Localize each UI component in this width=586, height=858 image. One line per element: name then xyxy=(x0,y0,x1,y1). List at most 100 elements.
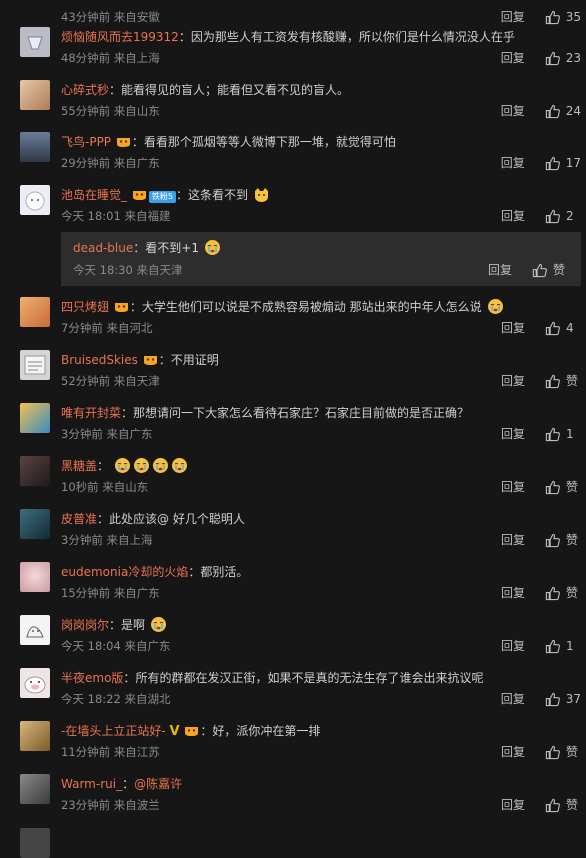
like-button[interactable]: 4 xyxy=(545,318,581,338)
avatar[interactable] xyxy=(20,668,50,698)
username-link[interactable]: 烦恼随风而去199312 xyxy=(61,30,179,44)
avatar[interactable] xyxy=(20,185,50,215)
comment-text: 是啊 xyxy=(121,618,146,632)
reply-button[interactable]: 回复 xyxy=(501,7,527,27)
comment-text: 所有的群都在发汉正街，如果不是真的无法生存了谁会出来抗议呢 xyxy=(135,671,484,685)
comment-text: 都别活。 xyxy=(200,565,249,579)
avatar[interactable] xyxy=(20,80,50,110)
username-link[interactable]: 飞鸟-PPP xyxy=(61,135,111,149)
fan-badge-icon xyxy=(143,356,157,365)
reply-button[interactable]: 回复 xyxy=(501,48,527,68)
reply-button[interactable]: 回复 xyxy=(501,477,527,497)
comment-meta: 7分钟前 来自河北 xyxy=(61,321,153,335)
username-link[interactable]: 皮普准 xyxy=(61,512,97,526)
reply-button[interactable]: 回复 xyxy=(501,153,527,173)
like-button[interactable]: 1 xyxy=(545,636,581,656)
like-button[interactable]: 赞 xyxy=(545,795,581,815)
avatar[interactable] xyxy=(20,456,50,486)
comment-text: 能看得见的盲人；能看但又看不见的盲人。 xyxy=(121,83,350,97)
comment-meta: 48分钟前 来自上海 xyxy=(61,51,160,65)
avatar[interactable] xyxy=(20,562,50,592)
reply-button[interactable]: 回复 xyxy=(501,583,527,603)
like-button[interactable]: 35 xyxy=(545,7,581,27)
thumbs-up-icon xyxy=(545,321,560,335)
reply-button[interactable]: 回复 xyxy=(501,371,527,391)
username-link[interactable]: 池岛在睡觉_ xyxy=(61,188,127,202)
comment-meta: 10秒前 来自山东 xyxy=(61,480,149,494)
like-button[interactable]: 赞 xyxy=(545,742,581,762)
avatar[interactable] xyxy=(20,297,50,327)
like-button[interactable]: 赞 xyxy=(545,477,581,497)
thumbs-up-icon xyxy=(545,745,560,759)
like-button[interactable]: 赞 xyxy=(545,583,581,603)
mention-link[interactable]: @陈嘉许 xyxy=(134,777,182,791)
avatar[interactable] xyxy=(20,27,50,57)
like-count: 37 xyxy=(565,692,581,706)
comment-meta: 3分钟前 来自上海 xyxy=(61,533,153,547)
reply-button[interactable]: 回复 xyxy=(488,260,514,280)
comment-text: 大学生他们可以说是不成熟容易被煽动 那站出来的中年人怎么说 xyxy=(141,300,482,314)
reply-button[interactable]: 回复 xyxy=(501,101,527,121)
like-button[interactable]: 赞 xyxy=(545,371,581,391)
comment-meta: 今天 18:01 来自福建 xyxy=(61,209,171,223)
reply-button[interactable]: 回复 xyxy=(501,424,527,444)
sub-reply-box: dead-blue：看不到+1 今天 18:30 来自天津 回复 赞 xyxy=(61,232,581,286)
like-count: 赞 xyxy=(553,263,566,277)
like-button[interactable]: 17 xyxy=(545,153,581,173)
like-button[interactable]: 1 xyxy=(545,424,581,444)
username-link[interactable]: dead-blue xyxy=(73,241,133,255)
thumbs-up-icon xyxy=(545,104,560,118)
comment-text: 这条看不到 xyxy=(187,188,248,202)
username-link[interactable]: -在墙头上立正站好- xyxy=(61,724,166,738)
like-count: 17 xyxy=(565,156,581,170)
avatar[interactable] xyxy=(20,828,50,858)
comment-text: 此处应该@ 好几个聪明人 xyxy=(109,512,245,526)
avatar[interactable] xyxy=(20,350,50,380)
avatar[interactable] xyxy=(20,721,50,751)
username-link[interactable]: 黑糖盖 xyxy=(61,459,97,473)
like-count: 赞 xyxy=(566,374,579,388)
comment-text: 不用证明 xyxy=(170,353,219,367)
username-link[interactable]: 半夜emo版 xyxy=(61,671,123,685)
thumbs-up-icon xyxy=(545,427,560,441)
thumbs-up-icon xyxy=(532,263,547,277)
username-link[interactable]: 唯有开封菜 xyxy=(61,406,121,420)
thumbs-up-icon xyxy=(545,10,560,24)
like-button[interactable]: 24 xyxy=(545,101,581,121)
thumbs-up-icon xyxy=(545,51,560,65)
username-link[interactable]: 心碎式秒 xyxy=(61,83,109,97)
reply-button[interactable]: 回复 xyxy=(501,318,527,338)
comment-meta: 15分钟前 来自广东 xyxy=(61,586,160,600)
avatar[interactable] xyxy=(20,615,50,645)
like-button[interactable]: 23 xyxy=(545,48,581,68)
comment-meta: 11分钟前 来自江苏 xyxy=(61,745,160,759)
avatar[interactable] xyxy=(20,774,50,804)
reply-button[interactable]: 回复 xyxy=(501,530,527,550)
avatar[interactable] xyxy=(20,403,50,433)
username-link[interactable]: 岗岗岗尔 xyxy=(61,618,109,632)
thumbs-up-icon xyxy=(545,639,560,653)
reply-button[interactable]: 回复 xyxy=(501,636,527,656)
reply-button[interactable]: 回复 xyxy=(501,206,527,226)
like-button[interactable]: 37 xyxy=(545,689,581,709)
comment-meta: 23分钟前 来自波兰 xyxy=(61,798,160,812)
comment-meta: 今天 18:04 来自广东 xyxy=(61,639,171,653)
username-link[interactable]: Warm-rui_ xyxy=(61,777,122,791)
like-button[interactable]: 赞 xyxy=(532,260,568,280)
like-count: 赞 xyxy=(566,586,579,600)
username-link[interactable]: 四只烤翅 xyxy=(61,300,109,314)
comment-meta: 52分钟前 来自天津 xyxy=(61,374,160,388)
avatar[interactable] xyxy=(20,509,50,539)
comment-meta: 55分钟前 来自山东 xyxy=(61,104,160,118)
reply-button[interactable]: 回复 xyxy=(501,742,527,762)
avatar[interactable] xyxy=(20,132,50,162)
comment-text: 那想请问一下大家怎么看待石家庄？石家庄目前做的是否正确？ xyxy=(133,406,470,420)
like-button[interactable]: 2 xyxy=(545,206,581,226)
crying-face-emoji-icon xyxy=(152,458,168,473)
reply-button[interactable]: 回复 xyxy=(501,689,527,709)
username-link[interactable]: BruisedSkies xyxy=(61,353,138,367)
like-button[interactable]: 赞 xyxy=(545,530,581,550)
reply-button[interactable]: 回复 xyxy=(501,795,527,815)
thumbs-up-icon xyxy=(545,692,560,706)
username-link[interactable]: eudemonia冷却的火焰 xyxy=(61,565,188,579)
